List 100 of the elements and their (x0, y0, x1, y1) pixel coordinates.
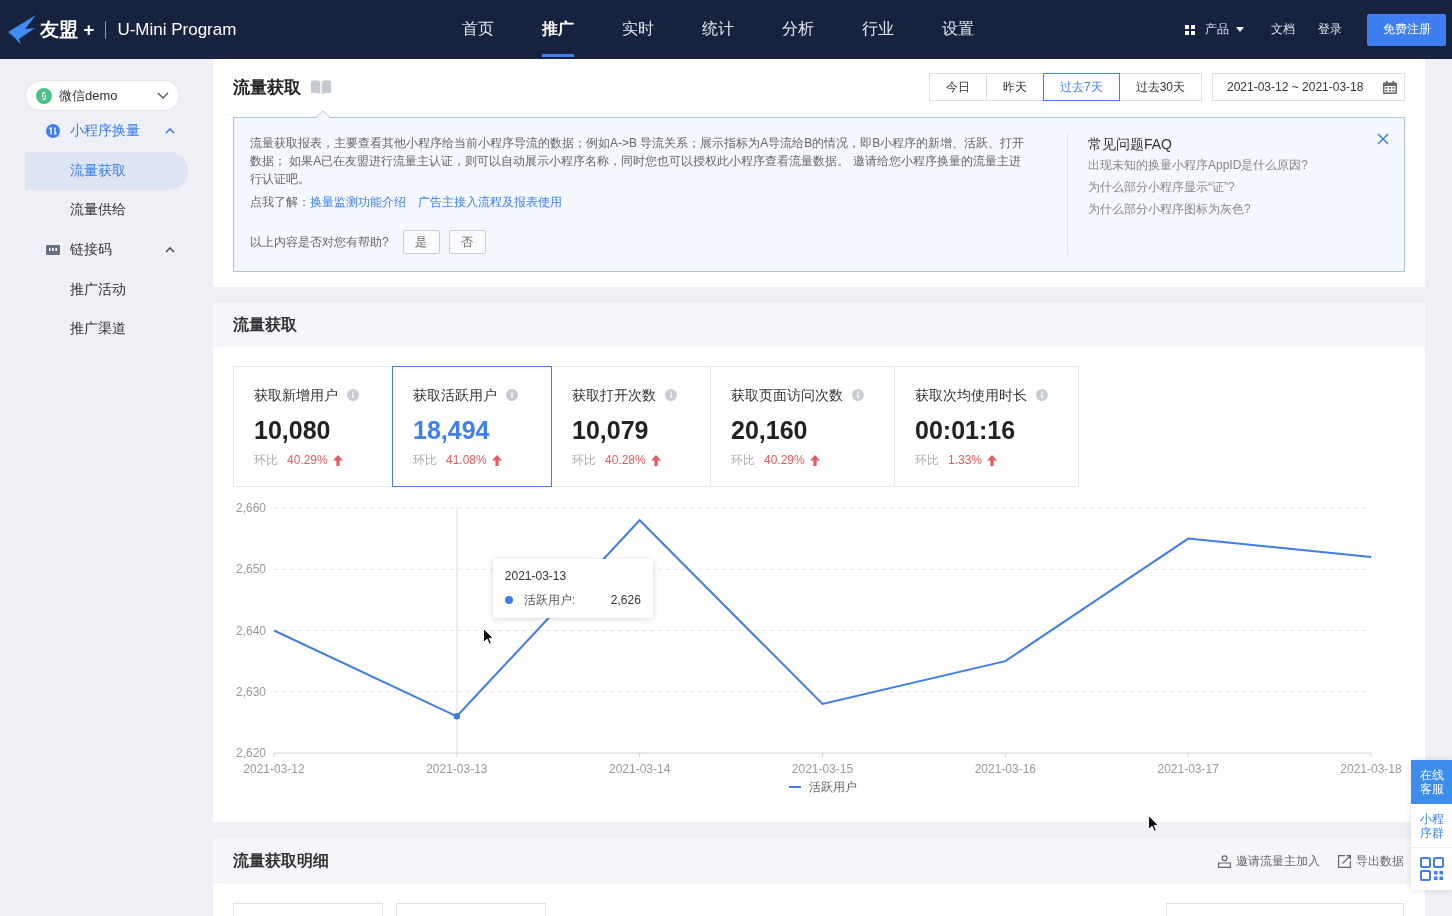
nav-tab[interactable]: 分析 (758, 0, 838, 59)
tooltip-value: 2,626 (610, 592, 641, 609)
info-icon (347, 389, 359, 401)
date-range-tab[interactable]: 过去7天 (1042, 73, 1120, 101)
metric-value: 18,494 (413, 415, 491, 445)
info-description: 流量获取报表，主要查看其他小程序给当前小程序导流的数据；例如A->B 导流关系；展示指标为A导流给B的情况，即B小程序的新增、活跃、打开数据； 如果A已在友盟进行流量主认证，则可以自动展示小程序名称，同时您也可以授权此小程序查看流量数据。 邀请给您小程序换量的流量主进行认证吧。 (250, 135, 1026, 188)
x-axis-label: 2021-03-13 (426, 762, 488, 776)
chevron-down-icon (157, 92, 169, 99)
qr-code-icon[interactable] (1419, 857, 1444, 881)
faq-title: 常见问题FAQ (1088, 135, 1173, 154)
change-value: 41.08% (446, 452, 487, 469)
feedback-question: 以上内容是否对您有帮助? (250, 233, 389, 251)
brand-name: 友盟 + (40, 17, 95, 42)
book-icon (311, 80, 331, 94)
grid-icon (1185, 24, 1195, 35)
x-axis-label: 2021-03-12 (243, 762, 305, 776)
metric-label: 获取新增用户 (254, 386, 338, 405)
change-value: 40.29% (764, 452, 805, 469)
header-action-link[interactable]: 导出数据 (1338, 852, 1404, 870)
metric-value: 00:01:16 (915, 415, 1017, 445)
y-axis-label: 2,620 (235, 746, 266, 760)
learn-more-label: 点我了解： (250, 194, 310, 211)
compare-label: 环比 (915, 452, 939, 469)
header-action-link[interactable]: 邀请流量主加入 (1218, 852, 1320, 870)
tooltip-label: 活跃用户: (523, 592, 576, 609)
section-title: 流量获取 (233, 314, 297, 335)
metric-label: 获取打开次数 (572, 386, 656, 405)
docs-link[interactable]: 文档 (1271, 21, 1295, 38)
mini-program-group-button[interactable]: 小程序群 (1411, 804, 1452, 848)
faq-link[interactable]: 出现未知的换量小程序AppID是什么原因? (1088, 154, 1309, 176)
bird-logo-icon (8, 14, 36, 45)
keyboard-icon (46, 245, 60, 255)
sidebar-item[interactable]: 推广活动 (25, 271, 188, 309)
faq-link[interactable]: 为什么部分小程序显示“证”? (1088, 176, 1309, 198)
x-axis-label: 2021-03-16 (974, 762, 1037, 776)
y-axis-label: 2,650 (235, 562, 266, 577)
metric-card[interactable]: 获取次均使用时长 00:01:16 环比 1.33% (894, 366, 1079, 487)
x-axis-label: 2021-03-14 (608, 762, 671, 776)
nav-tab[interactable]: 首页 (438, 0, 518, 59)
metric-value: 20,160 (731, 415, 809, 445)
date-range-tab[interactable]: 过去30天 (1118, 73, 1202, 101)
user-icon (1218, 854, 1231, 868)
info-icon (1036, 389, 1048, 401)
app-selector[interactable]: 微信demo (25, 80, 180, 111)
y-axis-label: 2,630 (235, 684, 266, 699)
login-link[interactable]: 登录 (1318, 21, 1342, 38)
legend-label[interactable]: 活跃用户 (809, 780, 857, 794)
nav-tab[interactable]: 实时 (598, 0, 678, 59)
x-axis-label: 2021-03-15 (791, 762, 854, 776)
page-title: 流量获取 (233, 76, 301, 99)
change-value: 40.28% (605, 452, 646, 469)
help-link[interactable]: 广告主接入流程及报表使用 (418, 193, 562, 211)
link-icon (36, 87, 52, 104)
metric-value: 10,079 (572, 415, 650, 445)
close-icon[interactable] (1377, 133, 1389, 145)
products-menu[interactable]: 产品 (1185, 21, 1244, 38)
sidebar-item[interactable]: 流量供给 (25, 191, 188, 229)
x-axis-label: 2021-03-18 (1340, 762, 1402, 776)
data-point-marker[interactable] (453, 713, 461, 720)
faq-link[interactable]: 为什么部分小程序图标为灰色? (1088, 198, 1309, 220)
date-range-field[interactable]: 2021-03-12 ~ 2021-03-18 (1212, 73, 1405, 101)
date-range-tab[interactable]: 昨天 (985, 73, 1044, 101)
change-value: 40.29% (287, 452, 328, 469)
swap-icon (46, 124, 60, 138)
sidebar-item[interactable]: 推广渠道 (25, 310, 188, 348)
date-range-tab[interactable]: 今日 (928, 73, 987, 101)
feedback-button[interactable]: 是 (402, 230, 440, 254)
change-value: 1.33% (948, 452, 983, 469)
info-icon (665, 389, 677, 401)
export-icon (1338, 854, 1351, 868)
nav-tab[interactable]: 统计 (678, 0, 758, 59)
mouse-cursor-icon (483, 628, 494, 645)
metric-label: 获取次均使用时长 (915, 386, 1027, 405)
metric-card[interactable]: 获取打开次数 10,079 环比 40.28% (551, 366, 711, 487)
y-axis-label: 2,640 (235, 623, 266, 638)
info-icon (506, 389, 518, 401)
metric-card[interactable]: 获取新增用户 10,080 环比 40.29% (233, 366, 393, 487)
sidebar-group[interactable]: 链接码 (25, 230, 175, 270)
metric-card[interactable]: 获取页面访问次数 20,160 环比 40.29% (710, 366, 895, 487)
compare-label: 环比 (572, 452, 596, 469)
x-axis-label: 2021-03-17 (1157, 762, 1219, 776)
nav-tab[interactable]: 推广 (518, 0, 598, 59)
product-name: U-Mini Program (117, 19, 237, 40)
calendar-icon (1383, 80, 1397, 94)
sidebar-group[interactable]: 小程序换量 (25, 111, 175, 151)
feedback-button[interactable]: 否 (448, 230, 486, 254)
metric-label: 获取活跃用户 (413, 386, 497, 405)
help-link[interactable]: 换量监测功能介绍 (310, 193, 406, 211)
tooltip-date: 2021-03-13 (504, 568, 568, 585)
nav-tab[interactable]: 行业 (838, 0, 918, 59)
caret-down-icon (1236, 27, 1244, 32)
compare-label: 环比 (731, 452, 755, 469)
metric-label: 获取页面访问次数 (731, 386, 843, 405)
nav-tab[interactable]: 设置 (918, 0, 998, 59)
metric-card[interactable]: 获取活跃用户 18,494 环比 41.08% (392, 366, 552, 487)
info-icon (852, 389, 864, 401)
section-title: 流量获取明细 (233, 850, 329, 871)
signup-button[interactable]: 免费注册 (1367, 13, 1446, 46)
metric-value: 10,080 (254, 415, 332, 445)
compare-label: 环比 (413, 452, 437, 469)
